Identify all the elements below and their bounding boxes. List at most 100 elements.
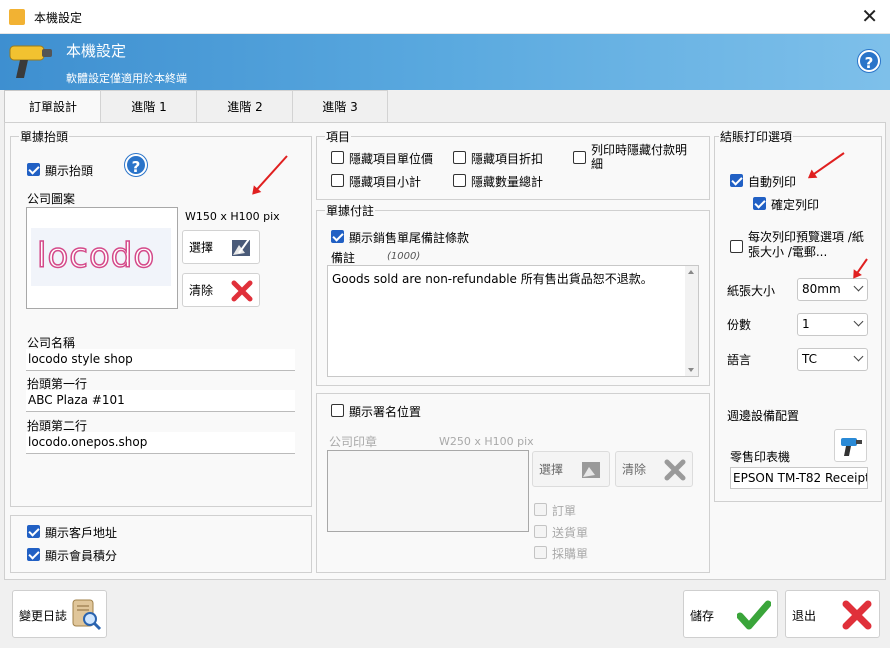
app-icon: [9, 9, 25, 25]
note-text: Goods sold are non-refundable 所有售出貨品恕不退款…: [332, 272, 653, 286]
company-name-input[interactable]: locodo style shop: [26, 349, 295, 371]
show-note-label: 顯示銷售單尾備註條款: [349, 231, 470, 245]
footer-note-title: 單據付註: [325, 202, 376, 219]
save-label: 儲存: [690, 609, 715, 623]
auto-print-label: 自動列印: [748, 175, 797, 189]
confirm-print-label: 確定列印: [771, 198, 820, 212]
show-header-checkbox[interactable]: [27, 163, 40, 176]
hide-unit-price-checkbox[interactable]: [331, 151, 344, 164]
exit-label: 退出: [792, 609, 817, 623]
changelog-button[interactable]: 變更日誌: [12, 590, 107, 638]
header-banner: 本機設定 軟體設定僅適用於本終端 ?: [0, 34, 890, 90]
tab-order-design[interactable]: 訂單設計: [4, 90, 102, 125]
changelog-label: 變更日誌: [19, 609, 68, 623]
header-line1-input[interactable]: ABC Plaza #101: [26, 390, 295, 412]
sign-delivery-checkbox[interactable]: [534, 525, 547, 538]
image-select-icon: [232, 238, 250, 256]
tab-advanced-3[interactable]: 進階 3: [292, 90, 388, 124]
sign-purchase-label: 採購單: [552, 547, 589, 561]
device-config-label: 週邊設備配置: [727, 409, 800, 423]
gray-x-icon: [664, 459, 686, 481]
stamp-size-hint: W250 x H100 pix: [439, 435, 534, 448]
stamp-clear-label: 清除: [622, 462, 647, 477]
red-x-icon: [842, 600, 872, 630]
auto-print-checkbox[interactable]: [730, 174, 743, 187]
show-signature-label: 顯示署名位置: [349, 405, 422, 419]
scroll-down-icon: [688, 368, 694, 372]
copies-label: 份數: [727, 318, 752, 332]
note-textarea[interactable]: Goods sold are non-refundable 所有售出貨品恕不退款…: [327, 265, 699, 377]
paper-size-value: 80mm: [802, 282, 841, 296]
show-points-checkbox[interactable]: [27, 548, 40, 561]
header-help-icon[interactable]: ?: [125, 154, 147, 176]
language-select[interactable]: TC: [797, 348, 868, 371]
tab-content: 單據抬頭 顯示抬頭 ? 公司圖案 locodo W150 x H100 pix …: [4, 122, 886, 580]
language-label: 語言: [727, 353, 752, 367]
retail-printer-label: 零售印表機: [730, 450, 791, 464]
items-title: 項目: [325, 128, 352, 145]
show-signature-checkbox[interactable]: [331, 404, 344, 417]
scanner-icon: [9, 45, 52, 78]
scanner-icon: [841, 438, 862, 456]
retail-printer-field[interactable]: EPSON TM-T82 Receipt: [730, 467, 868, 489]
copies-select[interactable]: 1: [797, 313, 868, 336]
logo-select-button[interactable]: 選擇: [182, 230, 260, 264]
logo-clear-button[interactable]: 清除: [182, 273, 260, 307]
stamp-clear-button[interactable]: 清除: [615, 451, 693, 487]
stamp-select-button[interactable]: 選擇: [532, 451, 610, 487]
show-address-checkbox[interactable]: [27, 525, 40, 538]
show-header-label: 顯示抬頭: [45, 164, 94, 178]
sign-purchase-checkbox[interactable]: [534, 546, 547, 559]
logo-preview: locodo: [26, 207, 178, 309]
logo-size-hint: W150 x H100 pix: [185, 210, 280, 223]
logo-select-label: 選擇: [189, 240, 214, 255]
receipt-header-title: 單據抬頭: [19, 128, 70, 145]
stamp-preview: [327, 450, 529, 532]
note-scrollbar[interactable]: [685, 266, 698, 376]
logo-image: locodo: [31, 228, 171, 286]
title-bar: 本機設定 ✕: [0, 0, 890, 34]
sign-order-checkbox[interactable]: [534, 503, 547, 516]
header-line2-input[interactable]: locodo.onepos.shop: [26, 432, 295, 454]
language-value: TC: [802, 352, 818, 366]
sign-delivery-label: 送貨單: [552, 526, 589, 540]
confirm-print-checkbox[interactable]: [753, 197, 766, 210]
banner-title: 本機設定: [66, 42, 127, 60]
window-title: 本機設定: [34, 11, 83, 25]
tab-strip: 訂單設計 進階 1 進階 2 進階 3: [4, 90, 388, 125]
chevron-down-icon: [853, 281, 864, 292]
red-x-icon: [231, 280, 253, 302]
paper-size-label: 紙張大小: [727, 284, 776, 298]
image-select-icon: [582, 462, 600, 478]
show-address-label: 顯示客戶地址: [45, 526, 118, 540]
close-icon[interactable]: ✕: [861, 4, 878, 28]
sign-order-label: 訂單: [552, 504, 577, 518]
hide-qty-total-checkbox[interactable]: [453, 174, 466, 187]
hide-unit-price-label: 隱藏項目單位價: [349, 152, 434, 166]
tab-advanced-2[interactable]: 進階 2: [196, 90, 294, 124]
hide-discount-label: 隱藏項目折扣: [471, 152, 544, 166]
preview-options-checkbox[interactable]: [730, 240, 743, 253]
hide-subtotal-label: 隱藏項目小計: [349, 175, 422, 189]
note-limit: (1000): [387, 251, 421, 262]
exit-button[interactable]: 退出: [785, 590, 880, 638]
note-label: 備註: [331, 251, 356, 265]
logo-label: 公司圖案: [27, 192, 76, 206]
help-icon[interactable]: ?: [858, 50, 880, 72]
copies-value: 1: [802, 317, 810, 331]
scroll-log-icon: [72, 599, 102, 631]
hide-payment-details-label: 列印時隱藏付款明細: [591, 143, 688, 171]
printer-config-button[interactable]: [834, 429, 867, 462]
save-button[interactable]: 儲存: [683, 590, 778, 638]
banner-subtitle: 軟體設定僅適用於本終端: [66, 72, 187, 85]
hide-qty-total-label: 隱藏數量總計: [471, 175, 544, 189]
hide-discount-checkbox[interactable]: [453, 151, 466, 164]
stamp-select-label: 選擇: [539, 462, 564, 477]
tab-advanced-1[interactable]: 進階 1: [100, 90, 198, 124]
show-note-checkbox[interactable]: [331, 230, 344, 243]
hide-subtotal-checkbox[interactable]: [331, 174, 344, 187]
checkout-print-title: 結賬打印選項: [719, 128, 794, 145]
hide-payment-details-checkbox[interactable]: [573, 151, 586, 164]
chevron-down-icon: [853, 316, 864, 327]
preview-options-label: 每次列印預覽選項 /紙張大小 /電郵...: [748, 230, 864, 259]
